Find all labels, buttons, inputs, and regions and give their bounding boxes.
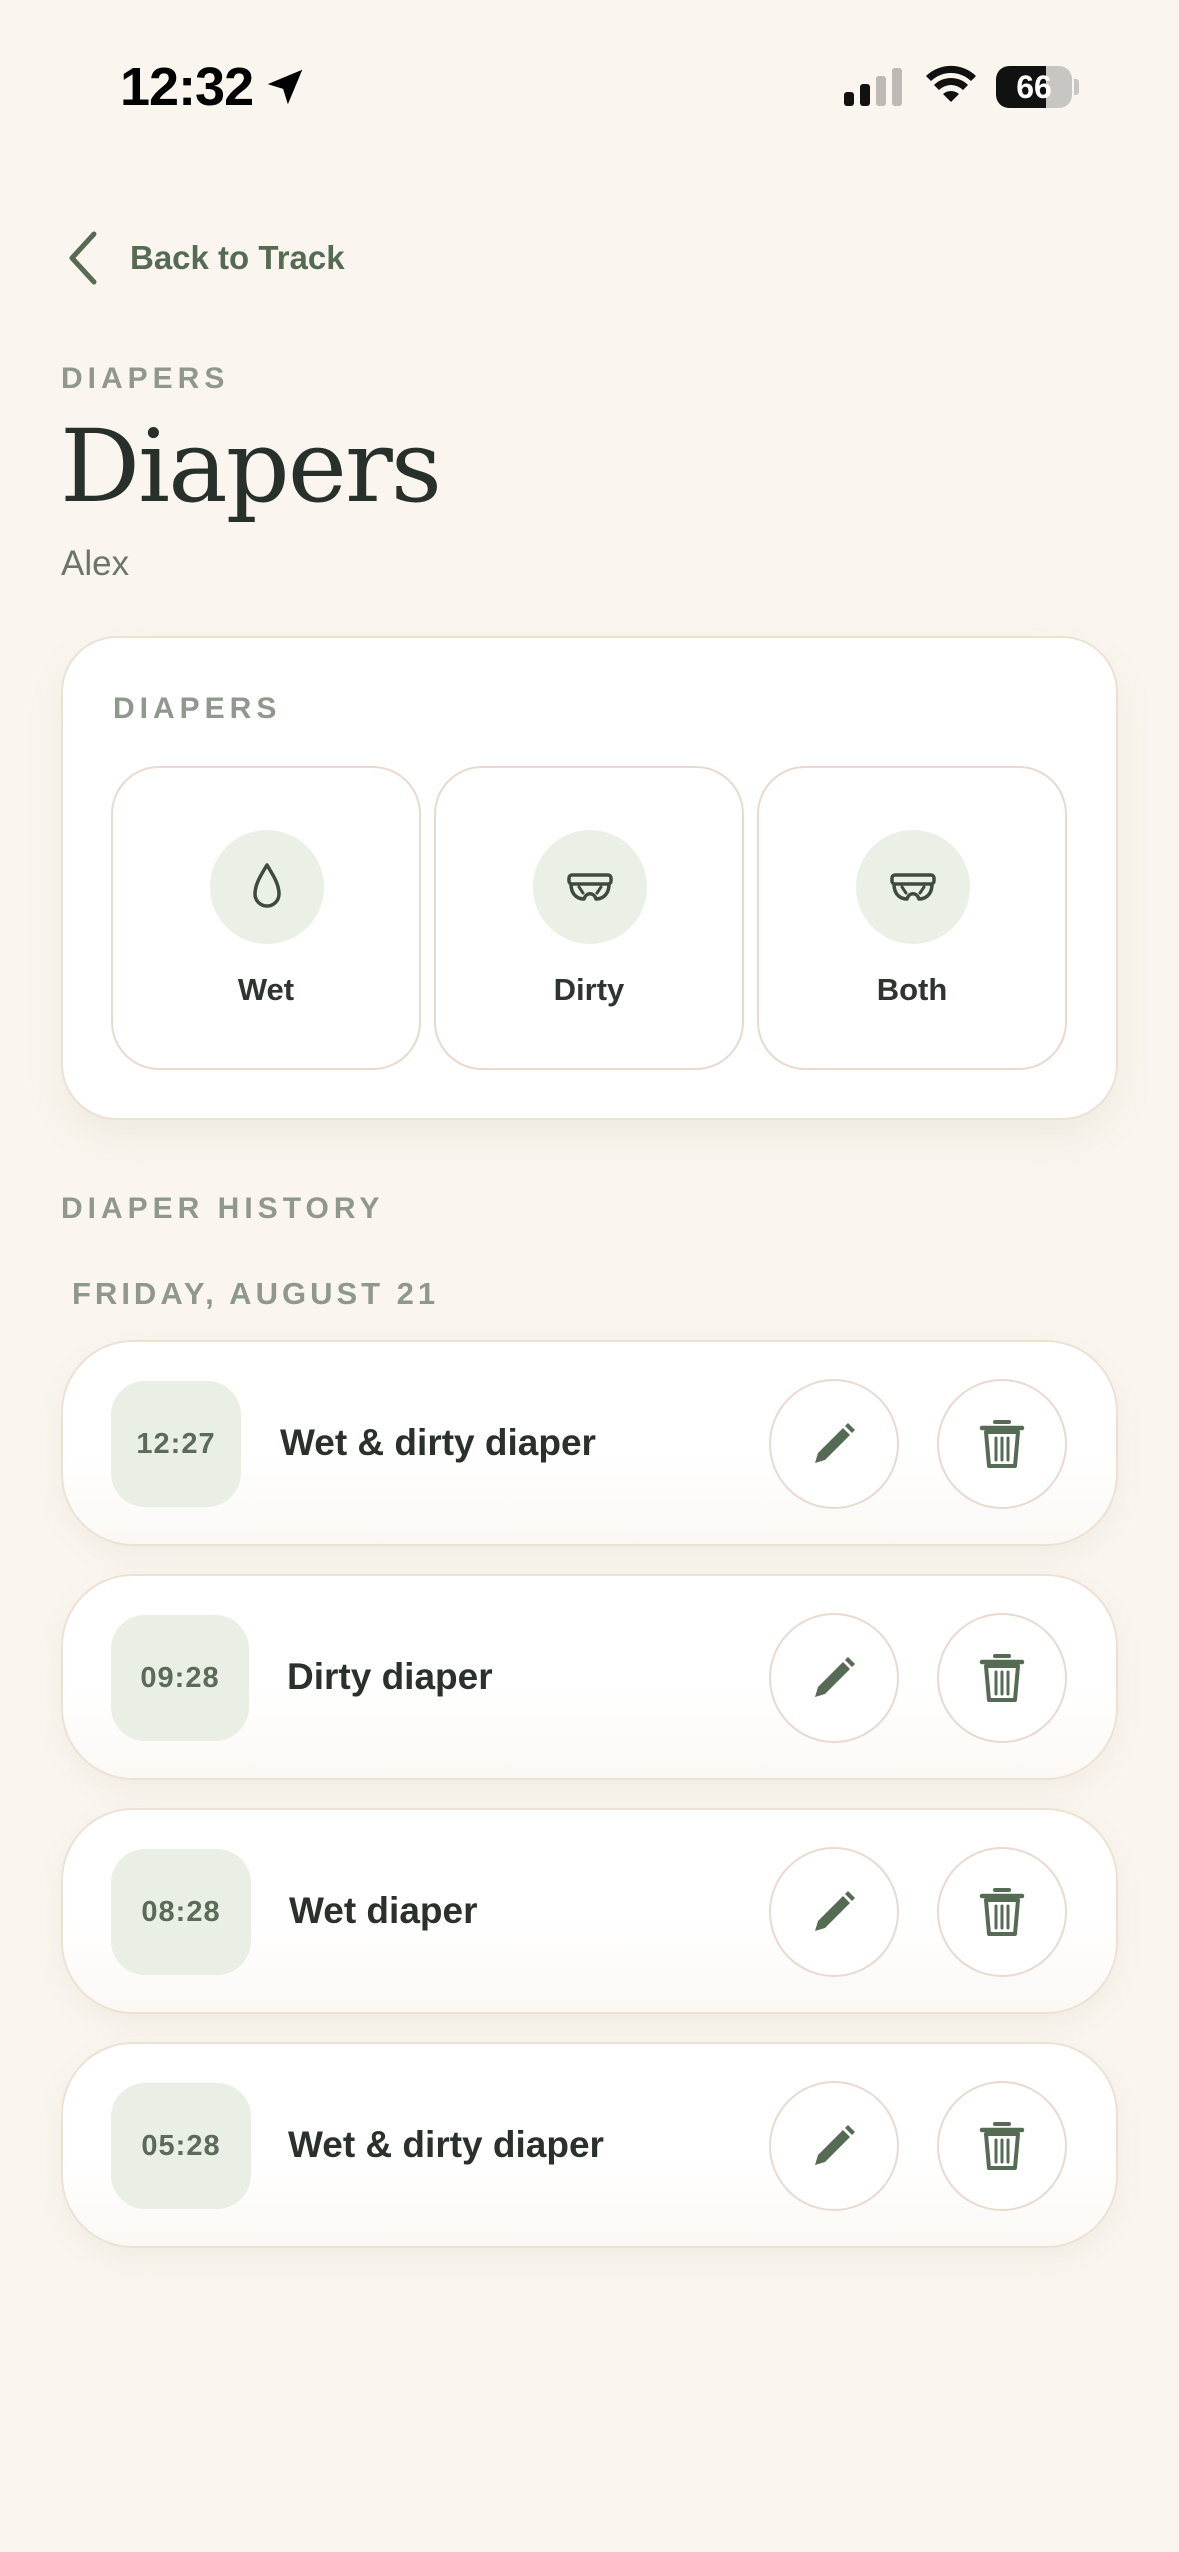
child-name: Alex (61, 544, 130, 583)
history-row: 08:28 Wet diaper (61, 1808, 1118, 2014)
log-both-button[interactable]: Both (757, 766, 1067, 1070)
diaper-icon (533, 830, 647, 944)
edit-entry-button[interactable] (769, 1847, 899, 1977)
entry-label: Dirty diaper (287, 1656, 493, 1697)
entry-time-chip: 05:28 (111, 2083, 251, 2209)
history-date-label: FRIDAY, AUGUST 21 (72, 1276, 440, 1311)
back-to-track-link[interactable]: Back to Track (64, 228, 345, 288)
wet-label: Wet (237, 972, 295, 1007)
battery-indicator: 66 (996, 66, 1079, 108)
page-eyebrow: DIAPERS (61, 362, 230, 395)
log-dirty-button[interactable]: Dirty (434, 766, 744, 1070)
delete-entry-button[interactable] (937, 1613, 1067, 1743)
diaper-icon (856, 830, 970, 944)
edit-entry-button[interactable] (769, 1613, 899, 1743)
wifi-icon (926, 65, 976, 102)
cellular-signal-icon (844, 68, 902, 106)
trash-icon (979, 1420, 1025, 1468)
entry-time-chip: 09:28 (111, 1615, 249, 1741)
history-row: 12:27 Wet & dirty diaper (61, 1340, 1118, 1546)
page-title: Diapers (60, 408, 442, 525)
diapers-screen: 12:32 66 Back to Track DIAPERS Diapers A… (0, 0, 1179, 2552)
delete-entry-button[interactable] (937, 1847, 1067, 1977)
pencil-icon (815, 2125, 855, 2165)
delete-entry-button[interactable] (937, 2081, 1067, 2211)
log-wet-button[interactable]: Wet (111, 766, 421, 1070)
both-label: Both (876, 972, 948, 1007)
entry-label: Wet & dirty diaper (280, 1422, 596, 1463)
trash-icon (979, 1888, 1025, 1936)
entry-time-chip: 12:27 (111, 1381, 241, 1507)
history-row: 09:28 Dirty diaper (61, 1574, 1118, 1780)
edit-entry-button[interactable] (769, 2081, 899, 2211)
trash-icon (979, 2122, 1025, 2170)
status-bar: 12:32 66 (0, 0, 1179, 150)
quick-log-label: DIAPERS (113, 692, 282, 725)
pencil-icon (815, 1657, 855, 1697)
entry-label: Wet & dirty diaper (288, 2124, 604, 2165)
quick-log-card: DIAPERS Wet Dirty Both (61, 636, 1118, 1120)
edit-entry-button[interactable] (769, 1379, 899, 1509)
entry-label: Wet diaper (289, 1890, 478, 1931)
droplet-icon (210, 830, 324, 944)
chevron-left-icon (69, 231, 97, 285)
location-arrow-icon (267, 69, 303, 105)
trash-icon (979, 1654, 1025, 1702)
status-time: 12:32 (120, 57, 254, 117)
delete-entry-button[interactable] (937, 1379, 1067, 1509)
pencil-icon (815, 1891, 855, 1931)
battery-level: 66 (1016, 69, 1052, 105)
pencil-icon (815, 1423, 855, 1463)
history-section-label: DIAPER HISTORY (61, 1192, 385, 1225)
back-label: Back to Track (130, 239, 345, 276)
entry-time-chip: 08:28 (111, 1849, 251, 1975)
dirty-label: Dirty (553, 972, 625, 1007)
history-row: 05:28 Wet & dirty diaper (61, 2042, 1118, 2248)
